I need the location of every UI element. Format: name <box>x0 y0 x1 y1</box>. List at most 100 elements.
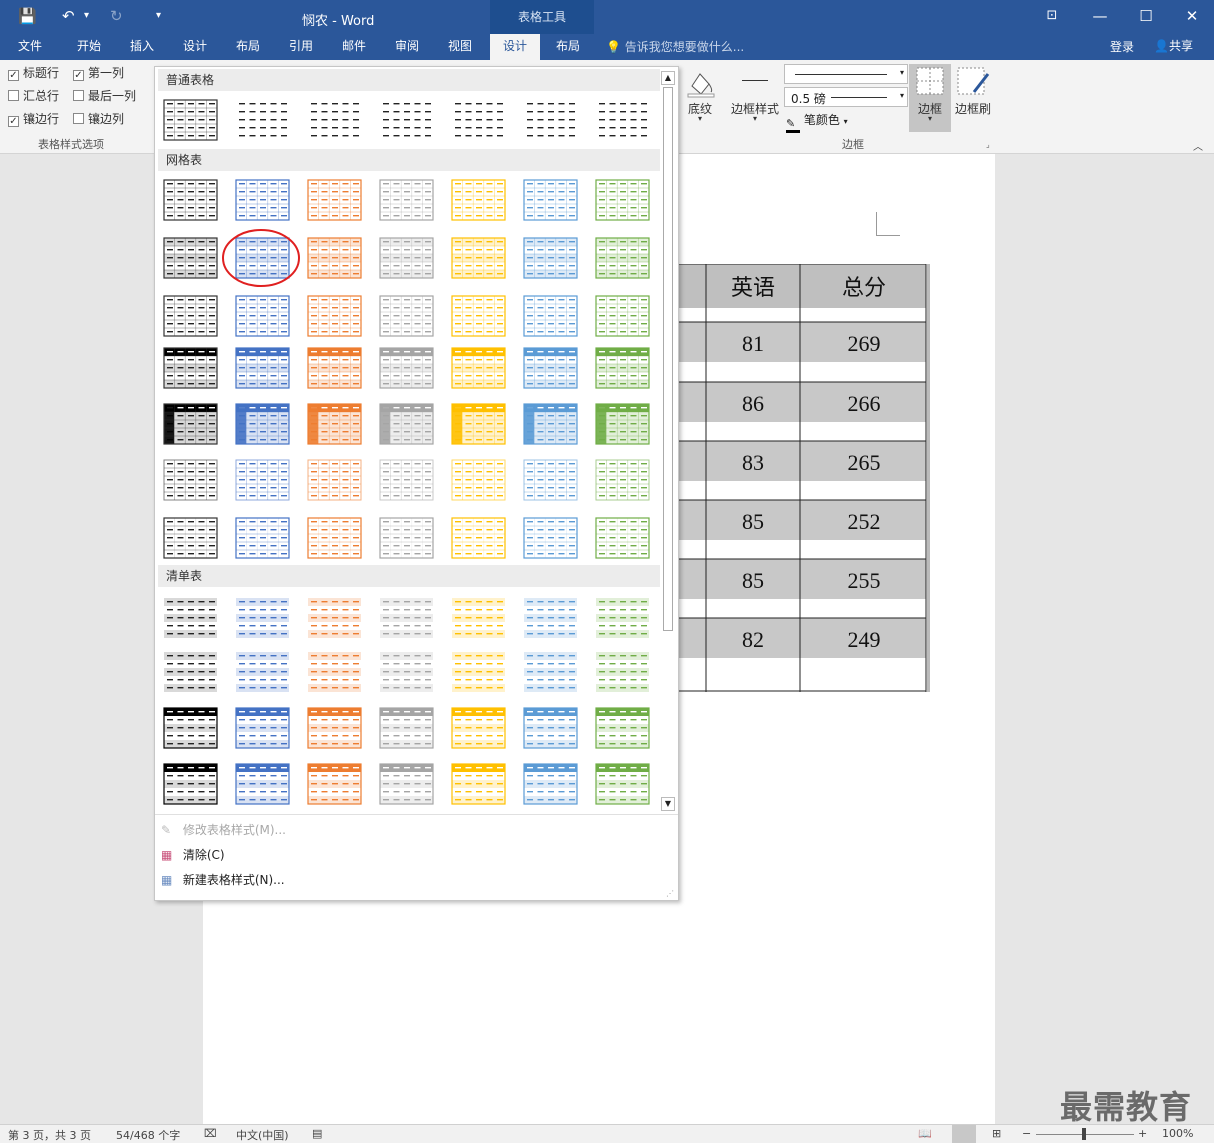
grid-table-style-2-6[interactable] <box>523 237 578 279</box>
banded-rows-option[interactable]: ✓ 镶边行 <box>8 110 59 128</box>
list-table-style-3-5[interactable] <box>451 707 506 749</box>
list-table-style-1-1[interactable] <box>163 597 218 639</box>
zoom-level[interactable]: 100% <box>1162 1127 1193 1140</box>
customize-quick-access-icon[interactable]: ▾ <box>156 7 161 25</box>
grid-table-style-6-2[interactable] <box>235 459 290 501</box>
pen-color-button[interactable]: ✎ 笔颜色 ▾ <box>786 111 848 133</box>
redo-icon[interactable]: ↻ <box>110 7 123 25</box>
gallery-scrollbar[interactable]: ▲ ▼ <box>660 69 676 813</box>
border-painter-button[interactable]: 边框刷 <box>952 64 994 124</box>
borders-button[interactable]: 边框 ▾ <box>909 64 951 132</box>
list-table-style-4-6[interactable] <box>523 763 578 805</box>
tab-home[interactable]: 开始 <box>64 34 114 60</box>
grid-table-style-4-1[interactable] <box>163 347 218 389</box>
grid-table-style-3-5[interactable] <box>451 295 506 337</box>
grid-table-style-2-5[interactable] <box>451 237 506 279</box>
list-table-style-2-5[interactable] <box>451 651 506 693</box>
tab-file[interactable]: 文件 <box>6 34 54 60</box>
line-style-dropdown[interactable]: ▾ <box>784 64 908 84</box>
tab-review[interactable]: 审阅 <box>382 34 432 60</box>
tab-mailings[interactable]: 邮件 <box>329 34 379 60</box>
grid-table-style-1-6[interactable] <box>523 179 578 221</box>
read-mode-icon[interactable]: 📖 <box>918 1127 932 1140</box>
checkbox-last-column[interactable] <box>73 90 84 101</box>
grid-table-style-7-2[interactable] <box>235 517 290 559</box>
resize-grip-icon[interactable]: ⋰ <box>666 889 674 898</box>
shading-button[interactable]: 底纹 ▾ <box>682 66 718 128</box>
scroll-down-icon[interactable]: ▼ <box>661 797 675 811</box>
total-row-option[interactable]: 汇总行 <box>8 87 59 105</box>
border-styles-button[interactable]: 边框样式 ▾ <box>726 70 784 130</box>
undo-icon[interactable]: ↶ <box>62 7 75 25</box>
list-table-style-3-1[interactable] <box>163 707 218 749</box>
grid-table-style-7-1[interactable] <box>163 517 218 559</box>
print-layout-icon[interactable] <box>952 1125 976 1143</box>
grid-table-style-6-7[interactable] <box>595 459 650 501</box>
list-table-style-2-7[interactable] <box>595 651 650 693</box>
tab-layout[interactable]: 布局 <box>223 34 273 60</box>
grid-table-style-4-3[interactable] <box>307 347 362 389</box>
plain-table-style-6[interactable] <box>523 99 578 141</box>
grid-table-style-6-5[interactable] <box>451 459 506 501</box>
tab-table-design[interactable]: 设计 <box>490 34 540 60</box>
new-table-style-item[interactable]: ▦ 新建表格样式(N)... <box>161 869 285 891</box>
proofing-icon[interactable]: ⌧ <box>204 1127 217 1140</box>
grid-table-style-5-7[interactable] <box>595 403 650 445</box>
grid-table-style-6-3[interactable] <box>307 459 362 501</box>
list-table-style-4-3[interactable] <box>307 763 362 805</box>
list-table-style-1-4[interactable] <box>379 597 434 639</box>
list-table-style-1-2[interactable] <box>235 597 290 639</box>
header-row-option[interactable]: ✓ 标题行 <box>8 64 59 82</box>
list-table-style-1-6[interactable] <box>523 597 578 639</box>
tab-table-layout[interactable]: 布局 <box>543 34 593 60</box>
checkbox-banded-rows[interactable]: ✓ <box>8 116 19 127</box>
list-table-style-1-3[interactable] <box>307 597 362 639</box>
grid-table-style-6-6[interactable] <box>523 459 578 501</box>
list-table-style-4-5[interactable] <box>451 763 506 805</box>
grid-table-style-2-1[interactable] <box>163 237 218 279</box>
checkbox-banded-columns[interactable] <box>73 113 84 124</box>
macro-icon[interactable]: ▤ <box>312 1127 322 1140</box>
grid-table-style-5-4[interactable] <box>379 403 434 445</box>
close-button[interactable]: ✕ <box>1180 6 1204 26</box>
grid-table-style-2-3[interactable] <box>307 237 362 279</box>
plain-table-style-4[interactable] <box>379 99 434 141</box>
grid-table-style-3-2[interactable] <box>235 295 290 337</box>
first-column-option[interactable]: ✓ 第一列 <box>73 64 124 82</box>
list-table-style-2-1[interactable] <box>163 651 218 693</box>
grid-table-style-7-6[interactable] <box>523 517 578 559</box>
list-table-style-3-7[interactable] <box>595 707 650 749</box>
grid-table-style-7-3[interactable] <box>307 517 362 559</box>
word-count[interactable]: 54/468 个字 <box>116 1127 180 1143</box>
plain-table-style-5[interactable] <box>451 99 506 141</box>
grid-table-style-3-7[interactable] <box>595 295 650 337</box>
grid-table-style-4-7[interactable] <box>595 347 650 389</box>
tab-references[interactable]: 引用 <box>276 34 326 60</box>
grid-table-style-4-5[interactable] <box>451 347 506 389</box>
grid-table-style-3-4[interactable] <box>379 295 434 337</box>
grid-table-style-7-5[interactable] <box>451 517 506 559</box>
document-table[interactable]: 英语 总分 81 269 86 266 83 265 85 252 85 255 82 249 <box>678 263 930 694</box>
list-table-style-4-1[interactable] <box>163 763 218 805</box>
grid-table-style-4-6[interactable] <box>523 347 578 389</box>
plain-table-style-7[interactable] <box>595 99 650 141</box>
scroll-up-icon[interactable]: ▲ <box>661 71 675 85</box>
grid-table-style-1-5[interactable] <box>451 179 506 221</box>
list-table-style-1-7[interactable] <box>595 597 650 639</box>
list-table-style-1-5[interactable] <box>451 597 506 639</box>
collapse-ribbon-icon[interactable]: ︿ <box>1193 138 1203 153</box>
line-weight-dropdown[interactable]: 0.5 磅 ▾ <box>784 87 908 107</box>
list-table-style-4-7[interactable] <box>595 763 650 805</box>
modify-table-style-item[interactable]: ✎ 修改表格样式(M)... <box>161 819 286 841</box>
tab-design[interactable]: 设计 <box>170 34 220 60</box>
share-button[interactable]: 👤共享 <box>1150 36 1206 58</box>
clear-style-item[interactable]: ▦ 清除(C) <box>161 844 225 866</box>
zoom-slider-thumb[interactable] <box>1082 1128 1086 1140</box>
ribbon-display-options-icon[interactable]: ⊡ <box>1040 6 1064 26</box>
grid-table-style-2-4[interactable] <box>379 237 434 279</box>
minimize-button[interactable]: — <box>1088 6 1112 26</box>
list-table-style-3-6[interactable] <box>523 707 578 749</box>
grid-table-style-1-1[interactable] <box>163 179 218 221</box>
grid-table-style-1-2[interactable] <box>235 179 290 221</box>
grid-table-style-2-7[interactable] <box>595 237 650 279</box>
